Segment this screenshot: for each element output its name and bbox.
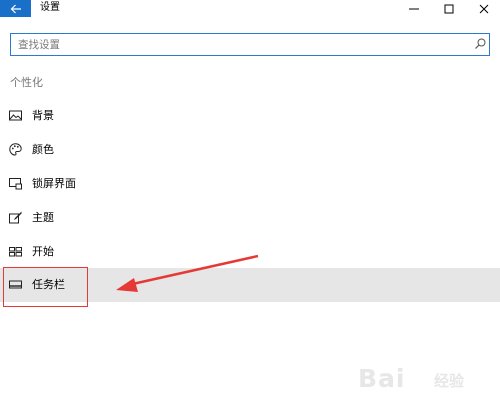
start-grid-icon bbox=[9, 247, 22, 257]
minimize-button[interactable] bbox=[397, 0, 431, 17]
lock-screen-icon bbox=[9, 178, 22, 190]
section-heading: 个性化 bbox=[10, 76, 43, 89]
close-button[interactable] bbox=[467, 0, 500, 17]
nav-label: 颜色 bbox=[32, 143, 54, 156]
nav-item-start[interactable]: 开始 bbox=[0, 235, 500, 269]
nav-item-lock-screen[interactable]: 锁屏界面 bbox=[0, 167, 500, 201]
picture-icon bbox=[9, 110, 22, 121]
watermark-subtext: 经验 bbox=[434, 372, 465, 390]
nav-label: 锁屏界面 bbox=[32, 177, 76, 190]
nav-item-taskbar[interactable]: 任务栏 bbox=[0, 268, 500, 302]
nav-label: 主题 bbox=[32, 211, 54, 224]
watermark-text: Bai bbox=[358, 364, 406, 393]
back-button[interactable] bbox=[0, 0, 31, 17]
maximize-icon bbox=[444, 4, 454, 13]
nav-item-themes[interactable]: 主题 bbox=[0, 201, 500, 235]
search-input[interactable] bbox=[18, 36, 458, 53]
nav-label: 任务栏 bbox=[32, 278, 65, 291]
close-icon bbox=[479, 4, 489, 13]
window-title: 设置 bbox=[40, 2, 60, 13]
taskbar-icon bbox=[9, 280, 22, 289]
nav-label: 开始 bbox=[32, 245, 54, 258]
watermark: Bai 经验 bbox=[350, 356, 495, 402]
arrow-left-icon bbox=[10, 4, 21, 13]
palette-icon bbox=[9, 143, 22, 156]
nav-item-colors[interactable]: 颜色 bbox=[0, 133, 500, 167]
search-box[interactable] bbox=[10, 33, 490, 56]
nav-item-background[interactable]: 背景 bbox=[0, 99, 500, 133]
search-icon[interactable] bbox=[473, 37, 487, 51]
nav-label: 背景 bbox=[32, 109, 54, 122]
maximize-button[interactable] bbox=[432, 0, 466, 17]
theme-brush-icon bbox=[9, 211, 22, 224]
minimize-icon bbox=[409, 8, 419, 9]
title-bar: 设置 bbox=[0, 0, 500, 17]
